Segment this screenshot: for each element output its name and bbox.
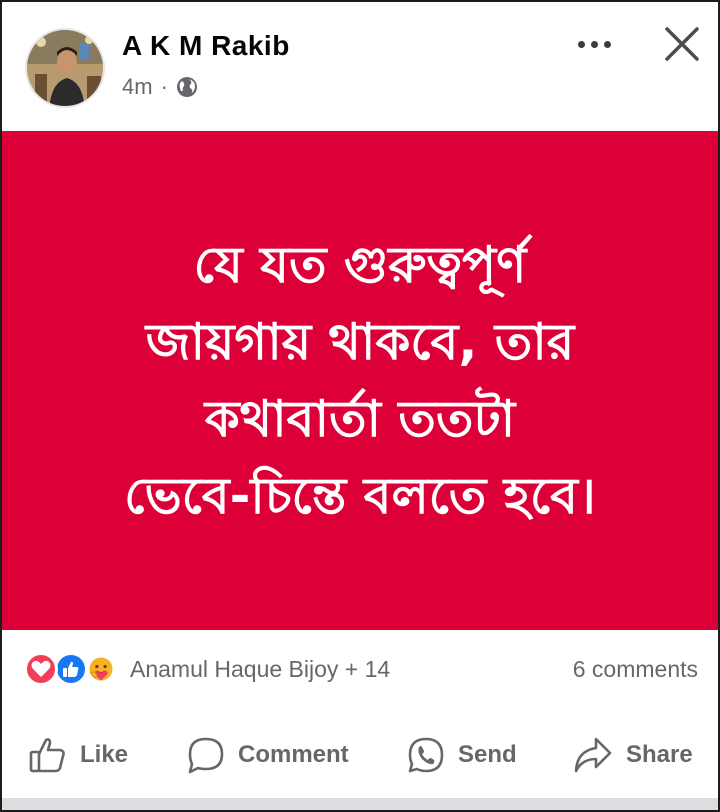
care-icon <box>84 652 118 686</box>
comment-icon <box>188 737 224 774</box>
share-button[interactable]: Share <box>572 732 693 778</box>
close-button[interactable] <box>658 20 706 68</box>
action-bar: Like Comment Send Share <box>2 714 718 798</box>
dot-icon <box>590 40 598 48</box>
like-button[interactable]: Like <box>28 732 128 778</box>
bottom-divider <box>2 798 718 810</box>
dot-icon <box>577 40 585 48</box>
reactions-bar: Anamul Haque Bijoy + 14 6 comments <box>2 630 718 712</box>
comment-button[interactable]: Comment <box>186 732 349 778</box>
thumbs-up-icon <box>29 738 65 773</box>
post-text-line: জায়গায় থাকবে, তার <box>145 312 575 371</box>
post-image-text: যে যত গুরুত্বপূর্ণ জায়গায় থাকবে, তার ক… <box>60 227 660 535</box>
like-icon <box>54 652 88 686</box>
post-text-line: কথাবার্তা ততটা <box>204 389 516 448</box>
avatar[interactable] <box>25 28 105 108</box>
more-options-button[interactable] <box>568 24 620 64</box>
comments-count[interactable]: 6 comments <box>573 656 698 683</box>
author-name[interactable]: A K M Rakib <box>122 30 290 62</box>
meta-separator: · <box>160 74 168 99</box>
love-icon <box>24 652 58 686</box>
share-icon <box>574 737 612 773</box>
send-label: Send <box>458 741 517 768</box>
post-card: A K M Rakib 4m · যে যত গুরুত্বপূর্ণ জায়… <box>0 0 720 812</box>
post-header: A K M Rakib 4m · <box>2 2 718 130</box>
reaction-icons[interactable] <box>24 652 124 688</box>
dot-icon <box>603 40 611 48</box>
send-button[interactable]: Send <box>406 732 517 778</box>
comment-label: Comment <box>238 741 349 768</box>
whatsapp-icon <box>408 737 444 773</box>
post-image[interactable]: যে যত গুরুত্বপূর্ণ জায়গায় থাকবে, তার ক… <box>2 131 718 630</box>
post-meta: 4m · <box>122 74 198 100</box>
post-text-line: ভেবে-চিন্তে বলতে হবে। <box>124 466 596 525</box>
close-icon <box>665 27 699 61</box>
post-text-line: যে যত গুরুত্বপূর্ণ <box>193 235 527 294</box>
like-label: Like <box>80 741 129 768</box>
post-timestamp[interactable]: 4m <box>122 74 153 100</box>
globe-icon[interactable] <box>176 76 198 98</box>
reaction-summary[interactable]: Anamul Haque Bijoy + 14 <box>130 656 390 683</box>
share-label: Share <box>626 741 693 768</box>
